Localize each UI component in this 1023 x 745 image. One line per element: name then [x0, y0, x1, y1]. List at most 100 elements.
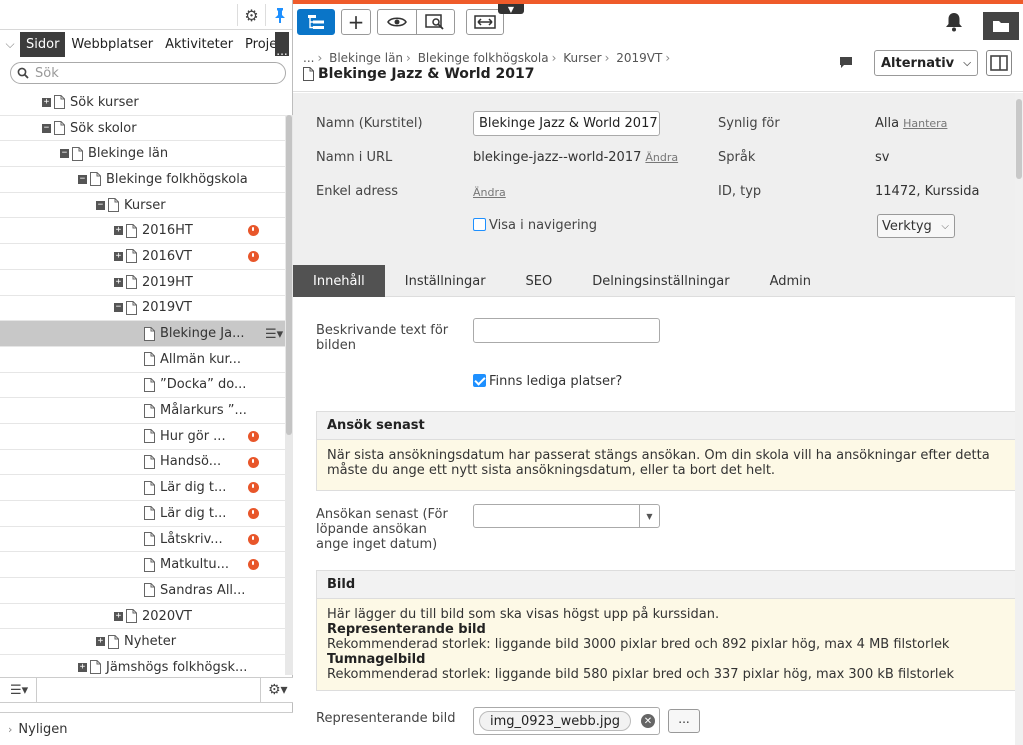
- collapse-icon[interactable]: −: [114, 303, 123, 313]
- comment-icon[interactable]: [839, 56, 853, 73]
- tree-node[interactable]: + Sök kurser: [0, 90, 285, 116]
- image-chip[interactable]: img_0923_webb.jpg: [479, 711, 631, 731]
- search-input[interactable]: Sök: [10, 62, 286, 84]
- tree-node-label: Målarkurs ”...: [160, 403, 247, 419]
- collapse-icon[interactable]: −: [96, 200, 105, 210]
- tree-node[interactable]: +2016HT: [0, 218, 285, 245]
- tree-node[interactable]: +2016VT: [0, 244, 285, 270]
- expand-icon[interactable]: +: [114, 611, 123, 621]
- context-menu-icon[interactable]: ☰▾: [265, 327, 283, 342]
- tree-node[interactable]: ”Docka” do...: [0, 373, 285, 399]
- page-icon: [108, 634, 119, 649]
- tree-node[interactable]: +2019HT: [0, 270, 285, 296]
- content-scrollbar[interactable]: [1015, 93, 1023, 745]
- show-in-nav-label: Visa i navigering: [489, 218, 598, 233]
- tree-node[interactable]: Matkultu...: [0, 552, 285, 579]
- tree-node[interactable]: Blekinge Ja... ☰▾: [0, 321, 285, 347]
- footer-gear-icon[interactable]: ⚙▾: [268, 682, 288, 698]
- tree-scrollbar-thumb[interactable]: [286, 115, 292, 435]
- breadcrumb-item[interactable]: 2019VT: [616, 51, 662, 65]
- tree-node[interactable]: Sandras All...: [0, 578, 285, 604]
- options-dropdown-button[interactable]: Alternativ ⌵: [874, 50, 978, 76]
- pane-settings-gear-icon[interactable]: ⚙: [237, 4, 265, 26]
- tab-content[interactable]: Innehåll: [293, 265, 385, 297]
- content-scrollbar-thumb[interactable]: [1016, 99, 1022, 179]
- thumb-text: Rekommenderad storlek: liggande bild 580…: [327, 667, 955, 682]
- toolbar-dropdown-chevron-icon[interactable]: ▼: [498, 4, 524, 14]
- tree-node[interactable]: + Jämshögs folkhögsk...: [0, 655, 285, 677]
- url-change-link[interactable]: Ändra: [645, 151, 678, 164]
- image-alt-input[interactable]: [473, 318, 660, 343]
- tab-websites[interactable]: Webbplatser: [65, 32, 159, 57]
- apply-date-label: Ansökan senast (För löpande ansökan ange…: [316, 507, 448, 552]
- tree-node-label: Sandras All...: [160, 582, 246, 598]
- tree-node-label: Allmän kur...: [160, 351, 242, 367]
- search-icon: [17, 67, 29, 79]
- preview-eye-icon[interactable]: [378, 10, 416, 34]
- expand-icon[interactable]: +: [114, 226, 123, 236]
- expand-icon[interactable]: +: [114, 251, 123, 261]
- tree-node[interactable]: Lär dig t...: [0, 501, 285, 527]
- tree-node[interactable]: − 2019VT: [0, 296, 285, 322]
- tree-node[interactable]: Hur gör ...: [0, 424, 285, 450]
- tree-node-label: Sök skolor: [70, 120, 137, 136]
- apply-date-select[interactable]: ▼: [473, 504, 660, 528]
- collapse-icon[interactable]: −: [42, 123, 51, 133]
- tree-node-label: Blekinge folkhögskola: [106, 171, 248, 187]
- tree-node[interactable]: − Blekinge folkhögskola: [0, 167, 285, 193]
- tree-node[interactable]: − Blekinge län: [0, 141, 285, 168]
- browse-image-button[interactable]: ...: [668, 709, 700, 733]
- list-menu-icon[interactable]: ☰▾: [10, 683, 28, 698]
- tree-node[interactable]: Lär dig t...: [0, 475, 285, 501]
- breadcrumb-item[interactable]: Blekinge folkhögskola: [418, 51, 549, 65]
- available-places-checkbox[interactable]: [473, 374, 486, 387]
- tree-node[interactable]: +2020VT: [0, 604, 285, 630]
- tree-node[interactable]: Handsö...: [0, 450, 285, 476]
- tree-node[interactable]: Allmän kur...: [0, 347, 285, 373]
- notifications-bell-icon[interactable]: [945, 12, 963, 37]
- show-in-nav-checkbox[interactable]: [473, 218, 486, 231]
- on-page-edit-icon[interactable]: [415, 10, 455, 34]
- layout-toggle-button[interactable]: [986, 50, 1012, 76]
- add-button[interactable]: +: [341, 9, 371, 35]
- assets-folder-button[interactable]: [983, 12, 1019, 40]
- tree-scrollbar[interactable]: [285, 115, 293, 675]
- collapse-icon[interactable]: −: [78, 174, 87, 184]
- manage-access-link[interactable]: Hantera: [903, 117, 947, 130]
- simple-address-change-link[interactable]: Ändra: [473, 186, 506, 199]
- tab-seo[interactable]: SEO: [506, 265, 573, 297]
- name-field[interactable]: Blekinge Jazz & World 2017: [473, 111, 660, 136]
- visible-for-value: Alla: [875, 116, 900, 131]
- breadcrumb-item[interactable]: ...: [303, 51, 314, 65]
- breadcrumb-item[interactable]: Blekinge län: [329, 51, 403, 65]
- expand-icon[interactable]: +: [114, 277, 123, 287]
- recent-panel-toggle[interactable]: › Nyligen: [0, 712, 293, 745]
- tools-dropdown-button[interactable]: Verktyg ⌵: [877, 214, 955, 238]
- collapse-icon[interactable]: −: [60, 149, 69, 159]
- tree-node[interactable]: Låtskriv...: [0, 527, 285, 553]
- clear-icon[interactable]: ✕: [641, 714, 655, 728]
- breadcrumb-item[interactable]: Kurser: [563, 51, 601, 65]
- collapse-chevron-icon[interactable]: ⌵: [0, 37, 20, 52]
- tab-sharing-settings[interactable]: Delningsinställningar: [572, 265, 749, 297]
- more-tabs-button[interactable]: ...: [275, 32, 289, 57]
- expand-icon[interactable]: +: [42, 97, 51, 107]
- tab-activities[interactable]: Aktiviteter: [159, 32, 239, 57]
- tab-admin[interactable]: Admin: [750, 265, 831, 297]
- dropdown-arrow-icon[interactable]: ▼: [639, 505, 659, 527]
- tree-node[interactable]: − Kurser: [0, 193, 285, 219]
- tree-node-label: ”Docka” do...: [160, 377, 247, 393]
- tab-pages[interactable]: Sidor: [20, 31, 66, 57]
- url-name-row: blekinge-jazz--world-2017 Ändra: [473, 150, 678, 165]
- image-section-intro: Här lägger du till bild som ska visas hö…: [327, 607, 720, 622]
- expand-icon[interactable]: +: [78, 662, 87, 672]
- tab-settings[interactable]: Inställningar: [385, 265, 506, 297]
- pin-icon[interactable]: [265, 4, 293, 26]
- tree-node[interactable]: − Sök skolor: [0, 116, 285, 142]
- tree-node[interactable]: Målarkurs ”...: [0, 398, 285, 424]
- view-mode-group: [377, 9, 455, 35]
- expand-icon[interactable]: +: [96, 637, 105, 647]
- breadcrumb: ... › Blekinge län › Blekinge folkhögskola…: [303, 51, 671, 65]
- toggle-tree-button[interactable]: [297, 9, 335, 35]
- tree-node[interactable]: + Nyheter: [0, 629, 285, 656]
